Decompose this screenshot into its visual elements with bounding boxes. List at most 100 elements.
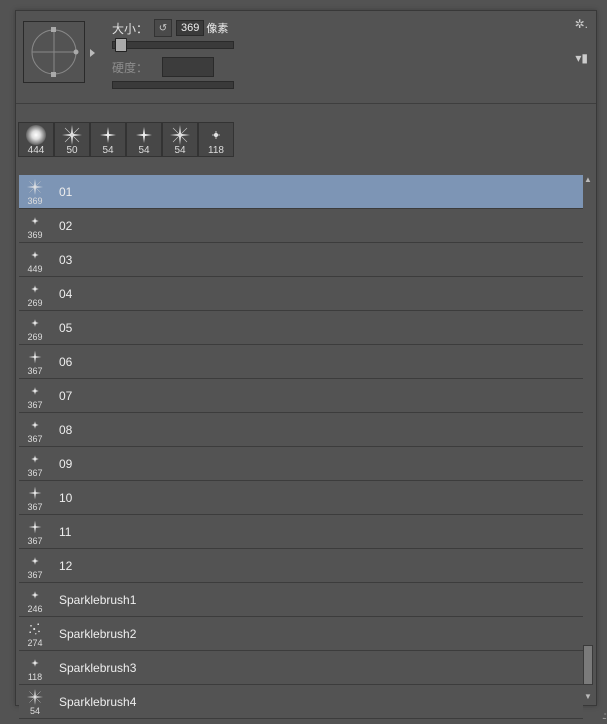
sparkle-icon — [26, 348, 44, 366]
recent-brush-thumb[interactable]: 444 — [18, 122, 54, 157]
brush-thumb-cell: 449 — [19, 246, 51, 274]
brush-size-label: 367 — [19, 502, 51, 512]
brush-list-item[interactable]: 367 07 — [19, 379, 583, 413]
brush-size-label: 367 — [19, 366, 51, 376]
brush-list-item[interactable]: 269 04 — [19, 277, 583, 311]
brush-size-label: 50 — [55, 146, 89, 156]
brush-size-label: 246 — [19, 604, 51, 614]
brush-name: Sparklebrush1 — [51, 593, 583, 607]
brush-angle-preview[interactable] — [23, 21, 85, 83]
brush-name: 09 — [51, 457, 583, 471]
hardness-label: 硬度： — [112, 59, 154, 76]
brush-list-item[interactable]: 274 Sparklebrush2 — [19, 617, 583, 651]
brush-name: 05 — [51, 321, 583, 335]
brush-list-item[interactable]: 367 08 — [19, 413, 583, 447]
brush-size-label: 54 — [127, 146, 161, 156]
brush-list-item[interactable]: 369 01 — [19, 175, 583, 209]
size-unit: 像素 — [206, 20, 228, 36]
brush-list-item[interactable]: 269 05 — [19, 311, 583, 345]
recent-brush-thumb[interactable]: 118 — [198, 122, 234, 157]
dot-icon — [26, 280, 44, 298]
brush-list-item[interactable]: 367 09 — [19, 447, 583, 481]
gear-icon[interactable]: ✲. — [572, 17, 588, 33]
brush-name: Sparklebrush3 — [51, 661, 583, 675]
brush-size-label: 369 — [19, 196, 51, 206]
brush-thumb-cell: 367 — [19, 518, 51, 546]
brush-list-item[interactable]: 118 Sparklebrush3 — [19, 651, 583, 685]
brush-thumb-cell: 367 — [19, 552, 51, 580]
undo-icon: ↺ — [159, 23, 167, 34]
scroll-up-arrow[interactable]: ▲ — [583, 175, 593, 185]
brush-name: Sparklebrush4 — [51, 695, 583, 709]
hardness-row: 硬度： — [112, 57, 586, 77]
brush-list-item[interactable]: 449 03 — [19, 243, 583, 277]
brush-list-item[interactable]: 367 10 — [19, 481, 583, 515]
brush-name: 04 — [51, 287, 583, 301]
sparkle-icon — [98, 125, 118, 145]
dot-icon — [206, 125, 226, 145]
brush-thumb-cell: 274 — [19, 620, 51, 648]
star4-icon — [26, 178, 44, 196]
brush-list-item[interactable]: 367 12 — [19, 549, 583, 583]
hardness-value-field[interactable] — [162, 57, 214, 77]
brush-list-item[interactable]: 54 Sparklebrush4 — [19, 685, 583, 719]
brush-name: 11 — [51, 525, 583, 539]
size-slider[interactable] — [112, 41, 234, 49]
brush-panel: 大小： ↺ 369 像素 硬度： ✲. ▾▮ 444 — [15, 10, 597, 706]
preview-flyout-arrow[interactable] — [90, 49, 95, 57]
recent-brush-thumb[interactable]: 54 — [90, 122, 126, 157]
flyout-menu-icon[interactable]: ▾▮ — [572, 51, 588, 67]
brush-thumb-cell: 367 — [19, 348, 51, 376]
brush-list-item[interactable]: 246 Sparklebrush1 — [19, 583, 583, 617]
brush-name: 02 — [51, 219, 583, 233]
brush-thumb-cell: 369 — [19, 178, 51, 206]
brush-list-item[interactable]: 369 02 — [19, 209, 583, 243]
brush-size-label: 367 — [19, 400, 51, 410]
recent-brushes-strip: 444 50 54 54 54 118 — [18, 122, 596, 157]
dot-icon — [26, 314, 44, 332]
brush-thumb-cell: 367 — [19, 382, 51, 410]
brush-thumb-cell: 369 — [19, 212, 51, 240]
resize-grip[interactable]: ..:: — [602, 711, 605, 722]
brush-thumb-cell: 246 — [19, 586, 51, 614]
dot-icon — [26, 586, 44, 604]
sparkle-icon — [134, 125, 154, 145]
brush-size-label: 274 — [19, 638, 51, 648]
brush-header: 大小： ↺ 369 像素 硬度： ✲. ▾▮ — [16, 11, 596, 104]
scrollbar-thumb[interactable] — [583, 645, 593, 685]
brush-list-item[interactable]: 367 11 — [19, 515, 583, 549]
dot-icon — [26, 416, 44, 434]
brush-name: 10 — [51, 491, 583, 505]
dot-icon — [26, 654, 44, 672]
star4-icon — [62, 125, 82, 145]
brush-name: 07 — [51, 389, 583, 403]
star4-icon — [170, 125, 190, 145]
dot-icon — [26, 382, 44, 400]
scroll-down-arrow[interactable]: ▼ — [583, 692, 593, 702]
dot-icon — [26, 246, 44, 264]
star4-icon — [26, 688, 44, 706]
brush-thumb-cell: 367 — [19, 450, 51, 478]
brush-thumb-cell: 367 — [19, 484, 51, 512]
brush-thumb-cell: 269 — [19, 280, 51, 308]
brush-size-label: 269 — [19, 332, 51, 342]
brush-thumb-cell: 54 — [19, 688, 51, 716]
brush-list-item[interactable]: 367 06 — [19, 345, 583, 379]
recent-brush-thumb[interactable]: 54 — [162, 122, 198, 157]
dot-icon — [26, 450, 44, 468]
recent-brush-thumb[interactable]: 54 — [126, 122, 162, 157]
glow-icon — [26, 125, 46, 145]
size-reset-button[interactable]: ↺ — [154, 19, 172, 37]
brush-name: Sparklebrush2 — [51, 627, 583, 641]
recent-brush-thumb[interactable]: 50 — [54, 122, 90, 157]
brush-size-label: 269 — [19, 298, 51, 308]
brush-size-label: 54 — [19, 706, 51, 716]
brush-size-label: 54 — [91, 146, 125, 156]
hardness-slider[interactable] — [112, 81, 234, 89]
scrollbar[interactable]: ▲ ▼ — [583, 175, 593, 702]
sparkle-icon — [26, 518, 44, 536]
brush-size-label: 118 — [199, 146, 233, 156]
size-value-field[interactable]: 369 — [176, 20, 204, 36]
brush-size-label: 367 — [19, 434, 51, 444]
sparkle-icon — [26, 484, 44, 502]
